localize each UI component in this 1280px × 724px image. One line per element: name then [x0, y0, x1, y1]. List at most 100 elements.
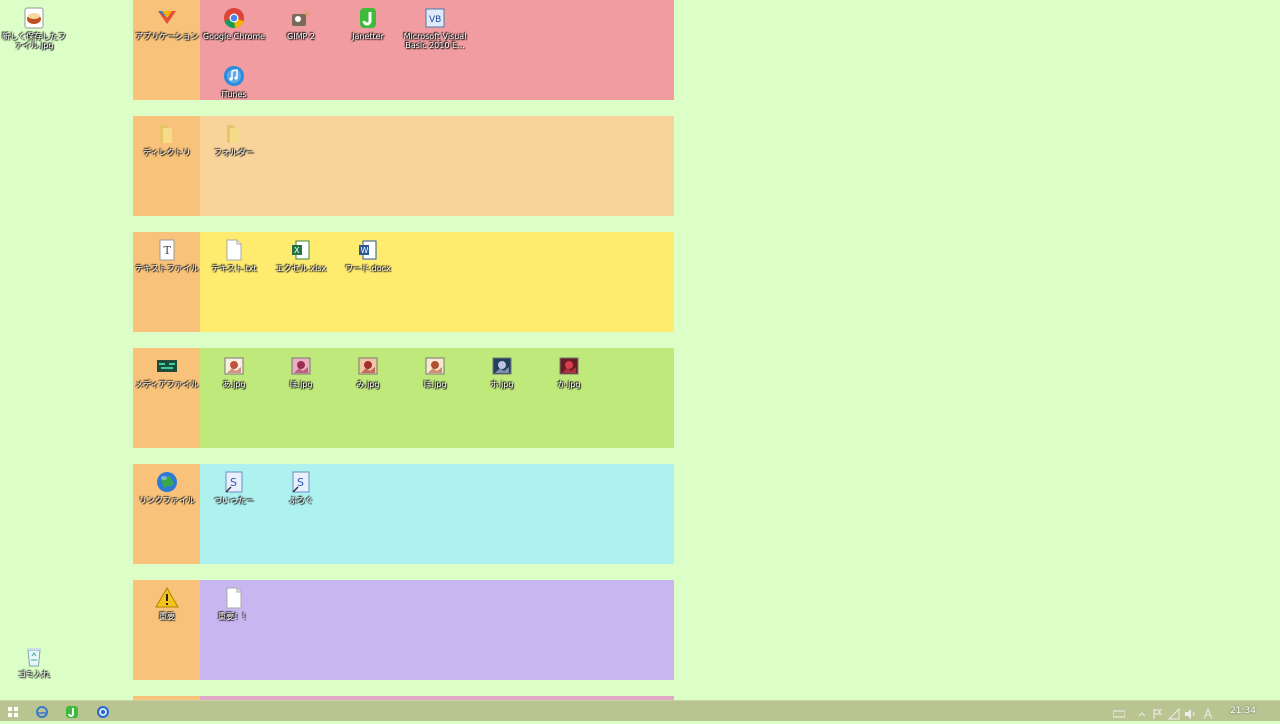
section-4: メディアファイル あ.jpg ほ.jpg み.jpg ほ.jpg ホ.jpg か.jpg	[133, 348, 674, 448]
desktop-icon-label: 新しく保存したファイル.jpg	[2, 32, 66, 50]
desktop-item[interactable]: W ワード.docx	[334, 232, 402, 273]
blank-document-icon	[222, 586, 246, 610]
media-icon	[155, 354, 179, 378]
svg-text:T: T	[164, 244, 172, 257]
desktop-icon-label: ゴミ入れ	[18, 670, 50, 679]
globe-icon	[155, 470, 179, 494]
category-label: ディレクトリ	[143, 148, 191, 157]
janetter-icon[interactable]	[65, 704, 79, 718]
chevron-up-icon[interactable]	[1136, 705, 1148, 717]
warning-icon	[155, 586, 179, 610]
desktop-item-label: み.jpg	[356, 380, 380, 389]
browser-icon[interactable]	[96, 704, 110, 718]
desktop-item[interactable]: S ぶろぐ	[267, 464, 335, 505]
category-label: メディアファイル	[135, 380, 199, 389]
desktop-item-label: ワード.docx	[345, 264, 391, 273]
desktop-item-label: テキスト.txt	[211, 264, 257, 273]
desktop-item-label: あ.jpg	[222, 380, 246, 389]
desktop-item-label: か.jpg	[557, 380, 581, 389]
text-document-icon	[222, 238, 246, 262]
recycle-bin-icon	[22, 644, 46, 668]
desktop-item-label: Microsoft Visual Basic 2010 E...	[403, 32, 467, 50]
desktop-item-label: Google Chrome	[202, 32, 266, 41]
folder-icon	[222, 122, 246, 146]
janetter-icon	[356, 6, 380, 30]
photo-icon	[289, 354, 313, 378]
desktop-item[interactable]: か.jpg	[535, 348, 603, 389]
desktop-item[interactable]: iTunes	[200, 58, 268, 99]
desktop-item-label: ついったー	[214, 496, 254, 505]
taskbar: 21:34	[0, 700, 1280, 721]
desktop-item-label: ぶろぐ	[289, 496, 313, 505]
section-2: ディレクトリ フォルダー	[133, 116, 674, 216]
category-label: テキストファイル	[135, 264, 199, 273]
desktop-icon-saved-image[interactable]: 新しく保存したファイル.jpg	[0, 0, 68, 50]
photo-icon	[490, 354, 514, 378]
category-icon-2[interactable]: ディレクトリ	[133, 116, 201, 157]
desktop-item[interactable]: ホ.jpg	[468, 348, 536, 389]
svg-text:VB: VB	[429, 15, 441, 25]
category-icon-5[interactable]: リンクファイル	[133, 464, 201, 505]
svg-text:W: W	[361, 246, 369, 255]
desktop-item[interactable]: ほ.jpg	[267, 348, 335, 389]
desktop-item-label: iTunes	[221, 90, 247, 99]
category-icon-4[interactable]: メディアファイル	[133, 348, 201, 389]
section-5: リンクファイル S ついったー S ぶろぐ	[133, 464, 674, 564]
ime-icon[interactable]	[1202, 705, 1214, 720]
desktop-item-label: ほ.jpg	[423, 380, 447, 389]
category-icon-1[interactable]: アプリケーション	[133, 0, 201, 41]
visual-basic-icon: VB	[423, 6, 447, 30]
desktop-item[interactable]: あ.jpg	[200, 348, 268, 389]
flag-icon[interactable]	[1152, 705, 1164, 719]
desktop-item[interactable]: 重要！！	[200, 580, 268, 621]
desktop-icon-recycle-bin[interactable]: ゴミ入れ	[0, 638, 68, 679]
gimp-icon	[289, 6, 313, 30]
word-icon: W	[356, 238, 380, 262]
desktop-item-label: GIMP 2	[287, 32, 315, 41]
desktop-item-label: ホ.jpg	[490, 380, 514, 389]
desktop-item[interactable]: GIMP 2	[267, 0, 335, 41]
photo-icon	[356, 354, 380, 378]
chrome-icon	[222, 6, 246, 30]
category-label: リンクファイル	[139, 496, 195, 505]
network-icon[interactable]	[1167, 705, 1180, 720]
svg-text:X: X	[294, 246, 300, 255]
section-6: 重要 重要！！	[133, 580, 674, 680]
keyboard-icon[interactable]	[1112, 705, 1126, 718]
svg-text:S: S	[230, 476, 237, 489]
desktop-item[interactable]: フォルダー	[200, 116, 268, 157]
desktop-item-label: ほ.jpg	[289, 380, 313, 389]
start-icon[interactable]	[6, 704, 20, 718]
section-3: T テキストファイル テキスト.txt X エクセル.xlsx W ワード.docx	[133, 232, 674, 332]
desktop-item-label: Janetter	[352, 32, 384, 41]
desktop-item[interactable]: Google Chrome	[200, 0, 268, 41]
link-icon: S	[222, 470, 246, 494]
category-icon-3[interactable]: T テキストファイル	[133, 232, 201, 273]
application-icon	[155, 6, 179, 30]
taskbar-clock[interactable]: 21:34	[1230, 706, 1256, 716]
photo-icon	[557, 354, 581, 378]
desktop-item[interactable]: VB Microsoft Visual Basic 2010 E...	[401, 0, 469, 50]
desktop-item-label: エクセル.xlsx	[275, 264, 327, 273]
excel-icon: X	[289, 238, 313, 262]
desktop-item[interactable]: Janetter	[334, 0, 402, 41]
speaker-icon[interactable]	[1184, 705, 1196, 719]
text-file-icon: T	[155, 238, 179, 262]
category-label: アプリケーション	[135, 32, 199, 41]
folder-icon	[155, 122, 179, 146]
category-label: 重要	[159, 612, 175, 621]
link-icon: S	[289, 470, 313, 494]
svg-text:S: S	[297, 476, 304, 489]
category-icon-6[interactable]: 重要	[133, 580, 201, 621]
section-1: アプリケーション Google Chrome GIMP 2 Janetter VB Mic…	[133, 0, 674, 100]
desktop-item[interactable]: X エクセル.xlsx	[267, 232, 335, 273]
desktop-item[interactable]: テキスト.txt	[200, 232, 268, 273]
desktop-item-label: 重要！！	[218, 612, 250, 621]
desktop-item[interactable]: み.jpg	[334, 348, 402, 389]
desktop-item-label: フォルダー	[214, 148, 254, 157]
photo-icon	[423, 354, 447, 378]
internet-explorer-icon[interactable]	[35, 704, 49, 718]
desktop-item[interactable]: S ついったー	[200, 464, 268, 505]
desktop-item[interactable]: ほ.jpg	[401, 348, 469, 389]
photo-icon	[222, 354, 246, 378]
